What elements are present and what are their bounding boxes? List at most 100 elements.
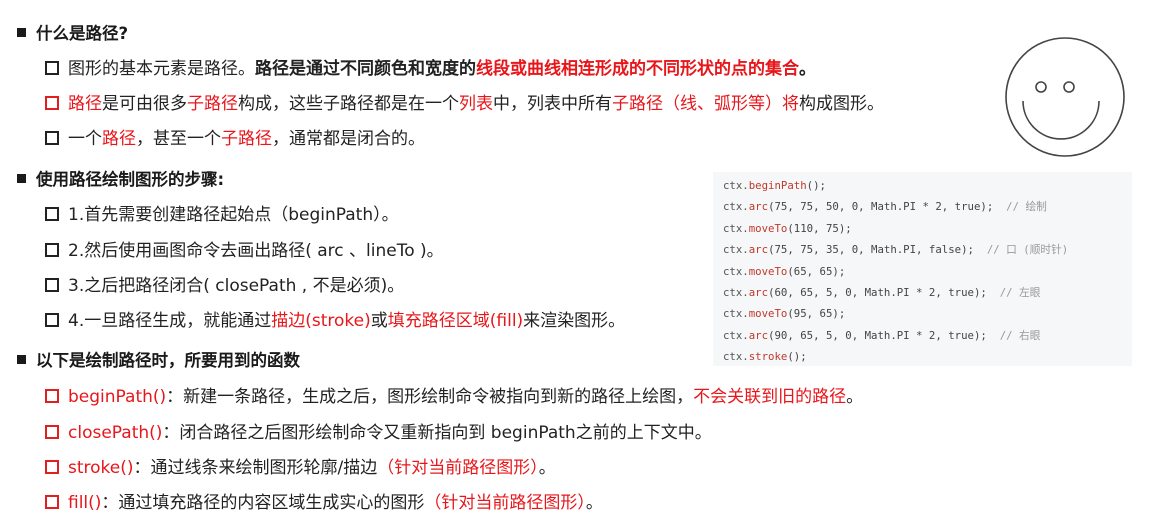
code-line: ctx.beginPath(); (723, 175, 1132, 196)
checkbox-square-icon (45, 495, 59, 509)
checkbox-square-icon (45, 313, 59, 327)
text-span: 构成，这些子路径都是在一个 (238, 94, 459, 114)
s2-line-2: 2.然后使用画图命令去画出路径( arc 、lineTo )。 (45, 236, 444, 261)
section-heading-functions: 以下是绘制路径时，所要用到的函数 (17, 347, 300, 371)
square-bullet-icon (17, 355, 26, 364)
checkbox-square-icon (45, 131, 59, 145)
checkbox-square-icon (45, 61, 59, 75)
text-span: ：新建一条路径，生成之后，图形绘制命令被指向到新的路径上绘图， (166, 387, 694, 407)
code-args: (60, 65, 5, 0, Math.PI * 2, true); (768, 285, 987, 299)
checkbox-square-icon (45, 389, 59, 403)
code-args: (75, 75, 50, 0, Math.PI * 2, true); (768, 200, 994, 214)
text-span: 中，列表中所有 (493, 94, 612, 114)
text-span: 2.然后使用画图命令去画出路径( arc 、lineTo )。 (68, 241, 444, 261)
code-function: beginPath (748, 179, 807, 192)
code-line: ctx.moveTo(95, 65); (723, 303, 1132, 324)
text-span: ，通常都是闭合的。 (272, 129, 425, 149)
code-args: (65, 65); (787, 264, 846, 278)
code-comment: // 左眼 (986, 285, 1041, 299)
code-line: ctx.moveTo(65, 65); (723, 261, 1132, 282)
code-function: moveTo (748, 221, 788, 235)
code-comment: // 绘制 (993, 200, 1047, 214)
code-line: ctx.stroke(); (723, 346, 1132, 367)
text-span: 路径 (68, 94, 102, 114)
text-span: 不会关联到旧的路径 (693, 387, 847, 407)
code-object: ctx. (723, 200, 749, 214)
text-span: 线段或曲线相连形成的不同形状的点的集合 (476, 59, 799, 79)
code-line: ctx.arc(60, 65, 5, 0, Math.PI * 2, true)… (723, 282, 1132, 303)
text-span: ，甚至一个 (136, 129, 221, 149)
code-args: (); (806, 179, 826, 192)
text-span: ：闭合路径之后图形绘制命令又重新指向到 beginPath之前的上下文中。 (162, 423, 712, 443)
square-bullet-icon (17, 28, 26, 37)
s3-line-1: beginPath()：新建一条路径，生成之后，图形绘制命令被指向到新的路径上绘… (45, 382, 863, 407)
smiley-face-icon (1005, 37, 1125, 157)
checkbox-square-icon (45, 460, 59, 474)
text-span: 来渲染图形。 (523, 311, 626, 331)
text-span: 子路径 (187, 94, 238, 114)
text-span: 。 (799, 59, 816, 79)
code-object: ctx. (723, 285, 749, 299)
section-heading-what-is-path: 什么是路径? (17, 20, 128, 44)
code-line: ctx.arc(75, 75, 35, 0, Math.PI, false); … (723, 239, 1132, 260)
code-function: arc (748, 243, 769, 257)
checkbox-square-icon (45, 207, 59, 221)
code-function: arc (748, 285, 769, 299)
text-span: 或 (370, 311, 388, 331)
text-span: closePath() (68, 423, 163, 443)
text-span: fill() (68, 493, 102, 513)
text-span: （针对当前路径图形） (424, 493, 586, 513)
text-span: 图形的基本元素是路径。 (68, 59, 255, 79)
s2-line-1: 1.首先需要创建路径起始点（beginPath）。 (45, 200, 399, 225)
checkbox-square-icon (45, 96, 59, 110)
s2-line-4: 4.一旦路径生成，就能通过描边(stroke)或填充路径区域(fill)来渲染图… (45, 306, 625, 331)
code-function: stroke (748, 350, 788, 364)
code-args: (90, 65, 5, 0, Math.PI * 2, true); (768, 328, 987, 342)
code-object: ctx. (723, 243, 749, 257)
code-comment: // 口 (顺时针) (973, 243, 1069, 257)
text-span: 路径 (102, 129, 136, 149)
s3-line-3: stroke()：通过线条来绘制图形轮廓/描边（针对当前路径图形）。 (45, 453, 556, 478)
checkbox-square-icon (45, 243, 59, 257)
text-span: 路径是通过不同颜色和宽度的 (255, 59, 476, 79)
code-object: ctx. (723, 264, 749, 278)
checkbox-square-icon (45, 278, 59, 292)
code-args: (110, 75); (787, 221, 852, 235)
code-args: (); (787, 350, 807, 364)
code-object: ctx. (723, 179, 749, 192)
text-span: 子路径 (221, 129, 272, 149)
s1-line-2: 路径是可由很多子路径构成，这些子路径都是在一个列表中，列表中所有子路径（线、弧形… (45, 89, 884, 114)
s3-line-4: fill()：通过填充路径的内容区域生成实心的图形（针对当前路径图形）。 (45, 488, 603, 513)
text-span: 1.首先需要创建路径起始点（beginPath）。 (68, 205, 399, 225)
code-args: (95, 65); (787, 307, 846, 321)
s1-line-1: 图形的基本元素是路径。路径是通过不同颜色和宽度的线段或曲线相连形成的不同形状的点… (45, 54, 816, 79)
code-block: ctx.beginPath(); ctx.arc(75, 75, 50, 0, M… (713, 172, 1132, 366)
text-span: beginPath() (68, 387, 167, 407)
text-span: 列表 (459, 94, 493, 114)
text-span: 3.之后把路径闭合( closePath , 不是必须)。 (68, 276, 405, 296)
text-span: ：通过填充路径的内容区域生成实心的图形 (101, 493, 425, 513)
text-span: 构成图形。 (799, 94, 884, 114)
text-span: 一个 (68, 129, 102, 149)
text-span: 。 (846, 387, 864, 407)
square-bullet-icon (17, 174, 26, 183)
code-comment: // 右眼 (986, 328, 1041, 342)
s2-line-3: 3.之后把路径闭合( closePath , 不是必须)。 (45, 271, 404, 296)
code-line: ctx.arc(75, 75, 50, 0, Math.PI * 2, true… (723, 196, 1132, 217)
text-span: 是可由很多 (102, 94, 187, 114)
section-heading-steps: 使用路径绘制图形的步骤: (17, 166, 224, 190)
s3-line-2: closePath()：闭合路径之后图形绘制命令又重新指向到 beginPath… (45, 418, 712, 443)
text-span: ：通过线条来绘制图形轮廓/描边 (133, 458, 378, 478)
text-span: （针对当前路径图形） (377, 458, 539, 478)
code-object: ctx. (723, 221, 749, 235)
code-function: moveTo (748, 307, 788, 321)
text-span: stroke() (68, 458, 134, 478)
text-span: 描边(stroke) (271, 311, 371, 331)
code-line: ctx.moveTo(110, 75); (723, 218, 1132, 239)
code-object: ctx. (723, 328, 749, 342)
text-span: 。 (538, 458, 556, 478)
code-function: arc (748, 328, 769, 342)
s1-line-3: 一个路径，甚至一个子路径，通常都是闭合的。 (45, 124, 425, 149)
code-function: arc (748, 200, 769, 214)
text-span: 。 (585, 493, 603, 513)
